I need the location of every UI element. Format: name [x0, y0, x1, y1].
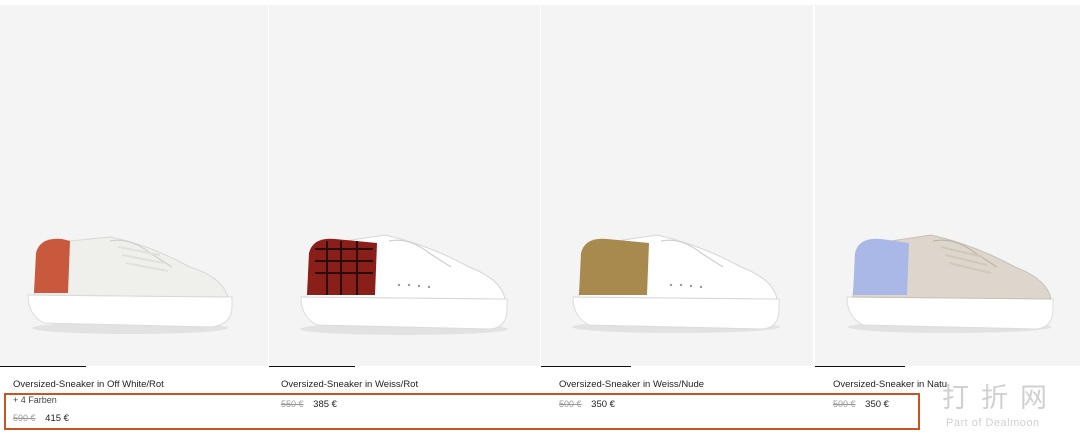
- sneaker-image: [27, 236, 233, 334]
- product-name[interactable]: Oversized-Sneaker in Weiss/Nude: [559, 379, 704, 390]
- image-divider: [269, 366, 355, 367]
- product-card[interactable]: Oversized-Sneaker in Natu 500 € 350 €: [815, 0, 1080, 440]
- image-divider: [541, 366, 631, 367]
- image-divider: [0, 366, 86, 367]
- product-image[interactable]: [0, 5, 268, 366]
- product-card[interactable]: Oversized-Sneaker in Weiss/Nude 500 € 35…: [541, 0, 813, 440]
- product-image[interactable]: [269, 5, 540, 366]
- product-name[interactable]: Oversized-Sneaker in Weiss/Rot: [281, 379, 418, 390]
- product-name[interactable]: Oversized-Sneaker in Natu: [833, 379, 947, 390]
- product-card[interactable]: Oversized-Sneaker in Weiss/Rot 550 € 385…: [268, 0, 540, 440]
- sneaker-image: [846, 234, 1054, 333]
- product-grid: Oversized-Sneaker in Off White/Rot + 4 F…: [0, 0, 1080, 440]
- product-image[interactable]: [815, 5, 1080, 366]
- price-highlight-box: [4, 393, 920, 430]
- product-image[interactable]: [541, 5, 813, 366]
- sneaker-image: [572, 234, 780, 333]
- product-card[interactable]: Oversized-Sneaker in Off White/Rot + 4 F…: [0, 0, 268, 440]
- product-name[interactable]: Oversized-Sneaker in Off White/Rot: [13, 379, 164, 390]
- sneaker-image: [300, 234, 508, 335]
- image-divider: [815, 366, 905, 367]
